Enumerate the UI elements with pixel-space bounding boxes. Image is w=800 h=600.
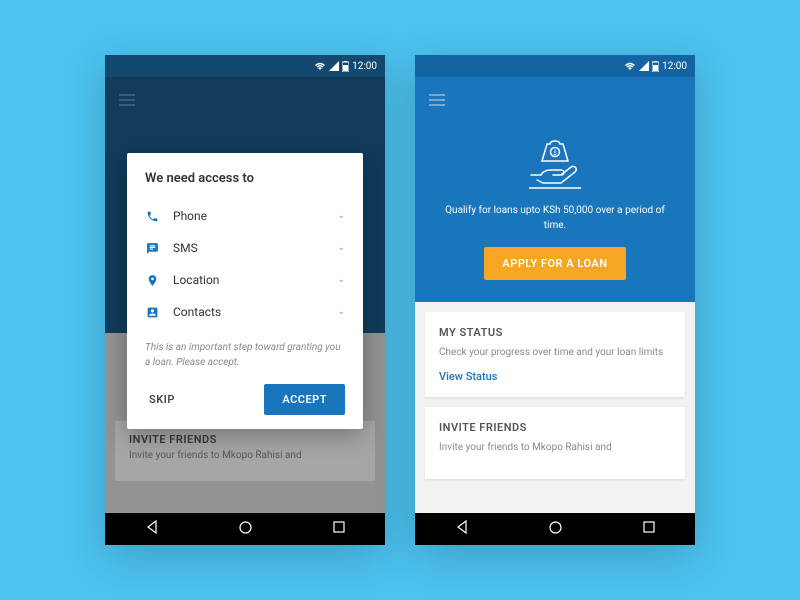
permission-phone[interactable]: Phone ⌄ — [145, 200, 345, 232]
card-title: MY STATUS — [439, 326, 671, 339]
status-time: 12:00 — [662, 61, 687, 72]
accept-button[interactable]: ACCEPT — [264, 384, 345, 415]
permissions-dialog: We need access to Phone ⌄ SMS ⌄ Location… — [127, 153, 363, 429]
card-desc: Check your progress over time and your l… — [439, 345, 671, 360]
money-hand-icon: $ — [525, 139, 585, 191]
back-icon[interactable] — [145, 520, 159, 538]
signal-icon — [329, 61, 339, 71]
recent-icon[interactable] — [333, 521, 345, 537]
chevron-down-icon: ⌄ — [337, 275, 345, 285]
battery-icon — [652, 61, 659, 72]
status-bar: 12:00 — [415, 55, 695, 77]
status-card: MY STATUS Check your progress over time … — [425, 312, 685, 397]
back-icon[interactable] — [455, 520, 469, 538]
wifi-icon — [624, 61, 636, 71]
menu-icon[interactable] — [429, 94, 445, 106]
permission-location[interactable]: Location ⌄ — [145, 264, 345, 296]
android-nav-bar — [105, 513, 385, 545]
dialog-actions: SKIP ACCEPT — [145, 384, 345, 415]
wifi-icon — [314, 61, 326, 71]
chevron-down-icon: ⌄ — [337, 211, 345, 221]
chevron-down-icon: ⌄ — [337, 307, 345, 317]
home-icon[interactable] — [549, 521, 562, 538]
phone-screen-home: 12:00 $ Qualify for loans upto KSh 50,00… — [415, 55, 695, 545]
cards-container: MY STATUS Check your progress over time … — [415, 302, 695, 499]
recent-icon[interactable] — [643, 521, 655, 537]
app-header — [415, 77, 695, 123]
card-title: INVITE FRIENDS — [439, 421, 671, 434]
view-status-link[interactable]: View Status — [439, 370, 671, 383]
dialog-note: This is an important step toward grantin… — [145, 340, 345, 370]
chevron-down-icon: ⌄ — [337, 243, 345, 253]
phone-icon — [145, 209, 159, 223]
hero-text: Qualify for loans upto KSh 50,000 over a… — [435, 203, 675, 233]
contacts-icon — [145, 305, 159, 319]
permission-sms[interactable]: SMS ⌄ — [145, 232, 345, 264]
permission-contacts[interactable]: Contacts ⌄ — [145, 296, 345, 328]
apply-loan-button[interactable]: APPLY FOR A LOAN — [484, 247, 625, 280]
status-time: 12:00 — [352, 61, 377, 72]
permission-label: Contacts — [173, 305, 323, 319]
permission-label: SMS — [173, 241, 323, 255]
phone-screen-permissions: 12:00 INVITE FRIENDS Invite your friends… — [105, 55, 385, 545]
hero-section: $ Qualify for loans upto KSh 50,000 over… — [415, 123, 695, 302]
battery-icon — [342, 61, 349, 72]
home-icon[interactable] — [239, 521, 252, 538]
permission-label: Location — [173, 273, 323, 287]
status-bar: 12:00 — [105, 55, 385, 77]
skip-button[interactable]: SKIP — [145, 385, 179, 414]
android-nav-bar — [415, 513, 695, 545]
location-icon — [145, 273, 159, 287]
sms-icon — [145, 241, 159, 255]
permission-label: Phone — [173, 209, 323, 223]
card-desc: Invite your friends to Mkopo Rahisi and — [439, 440, 671, 455]
invite-card: INVITE FRIENDS Invite your friends to Mk… — [425, 407, 685, 479]
signal-icon — [639, 61, 649, 71]
dialog-title: We need access to — [145, 171, 345, 186]
